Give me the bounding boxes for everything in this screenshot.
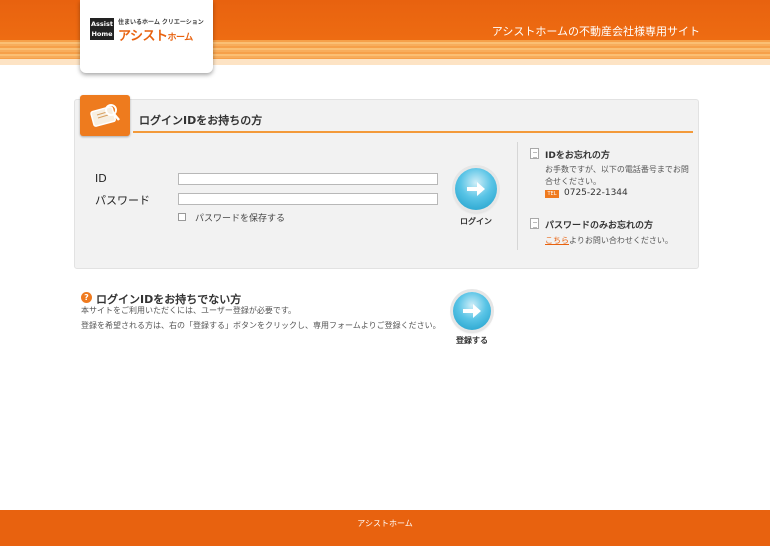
footer-text: アシストホーム: [357, 519, 413, 528]
logo-mark: Assist Home: [90, 18, 114, 40]
id-input[interactable]: [178, 173, 438, 185]
tel-icon: TEL: [545, 190, 559, 198]
tel-number: 0725-22-1344: [564, 188, 628, 198]
register-text-2: 登録を希望される方は、右の「登録する」ボタンをクリックし、専用フォームよりご登録…: [81, 321, 441, 330]
login-title: ログインIDをお持ちの方: [139, 114, 263, 127]
login-card-icon: [80, 95, 130, 136]
register-button[interactable]: [453, 292, 491, 330]
forgot-password-text: よりお問い合わせください。: [569, 236, 673, 245]
arrow-right-icon: [467, 182, 485, 196]
forgot-id-text: お手数ですが、以下の電話番号までお問合せください。: [545, 165, 689, 186]
forgot-id-title: IDをお忘れの方: [545, 151, 610, 161]
login-button[interactable]: [455, 168, 497, 210]
question-icon: ?: [81, 292, 92, 303]
register-button-label[interactable]: 登録する: [450, 335, 494, 346]
site-logo[interactable]: Assist Home 住まいるホーム クリエーション アシストホーム: [80, 0, 213, 73]
title-divider: [133, 131, 693, 133]
password-label: パスワード: [95, 194, 150, 207]
password-input[interactable]: [178, 193, 438, 205]
document-icon: [530, 148, 539, 159]
id-label: ID: [95, 172, 107, 185]
register-text-1: 本サイトをご利用いただくには、ユーザー登録が必要です。: [81, 306, 297, 315]
forgot-password-title: パスワードのみお忘れの方: [545, 221, 654, 231]
logo-name: アシストホーム: [118, 29, 193, 44]
login-button-label[interactable]: ログイン: [456, 216, 496, 227]
arrow-right-icon: [463, 304, 481, 318]
vertical-divider: [517, 142, 518, 250]
document-icon: [530, 218, 539, 229]
header-tagline: アシストホームの不動産会社様専用サイト: [491, 25, 700, 38]
forgot-password-link[interactable]: こちら: [545, 235, 569, 246]
remember-password-checkbox[interactable]: [178, 213, 186, 221]
login-panel: ログインIDをお持ちの方 ID パスワード パスワードを保存する ログイン ID…: [74, 95, 699, 269]
remember-password-label[interactable]: パスワードを保存する: [195, 211, 285, 224]
site-footer: アシストホーム: [0, 510, 770, 546]
